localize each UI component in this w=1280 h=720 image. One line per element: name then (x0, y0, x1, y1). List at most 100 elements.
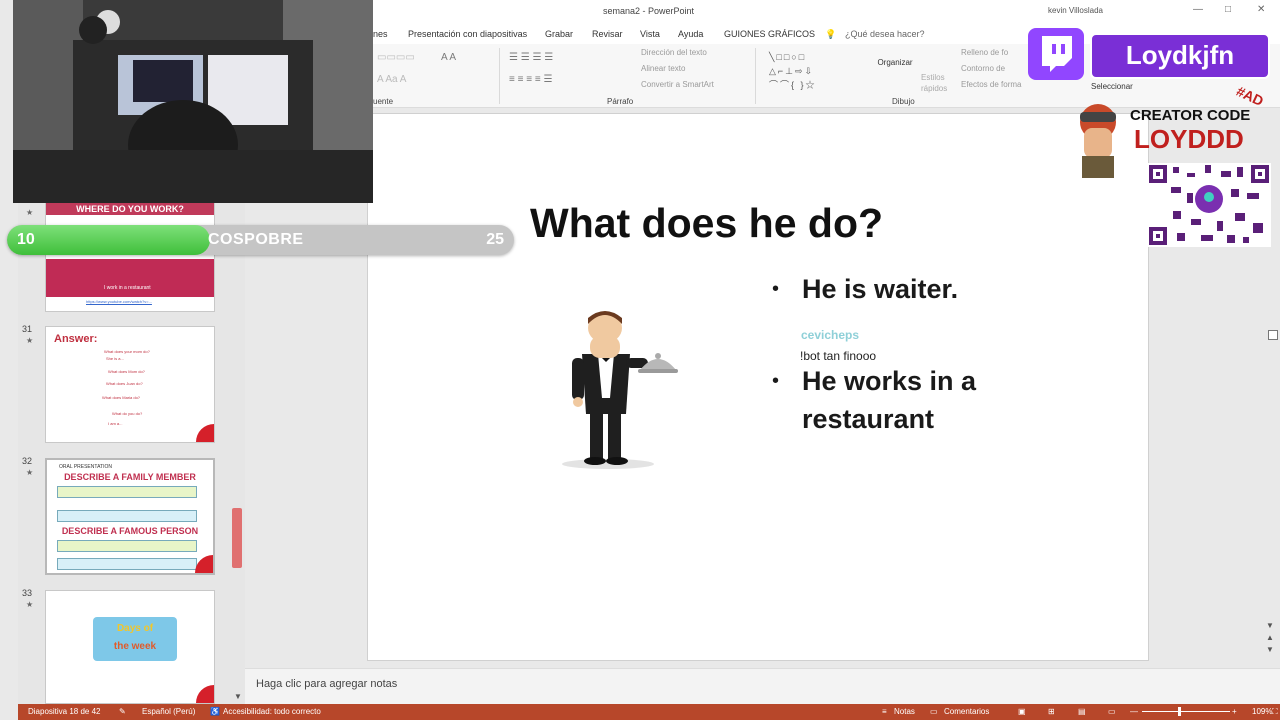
thumb-subtitle: ORAL PRESENTATION (59, 464, 112, 470)
bullet-text[interactable]: restaurant (802, 404, 934, 435)
arrange-button[interactable]: Organizar (875, 58, 915, 67)
thumb-box (57, 486, 197, 498)
slide-title[interactable]: What does he do? (530, 200, 883, 247)
waiter-illustration (562, 311, 678, 469)
badge-line: the week (113, 641, 157, 652)
webcam-scene (13, 0, 373, 203)
zoom-slider-track[interactable] (1142, 711, 1230, 712)
select-button[interactable]: Seleccionar (1091, 82, 1133, 91)
align-icon[interactable]: ≡ ≡ ≡ ≡ ☰ (509, 74, 552, 85)
shape-outline-button[interactable]: Contorno de (961, 64, 1005, 73)
webcam-overlay (13, 0, 373, 203)
normal-view-icon[interactable]: ▣ (1018, 707, 1026, 716)
creator-code-box: CREATOR CODE LOYDDD (1122, 102, 1270, 162)
thumbnail-slide-32[interactable]: ORAL PRESENTATION DESCRIBE A FAMILY MEMB… (45, 458, 215, 575)
zoom-slider-thumb[interactable] (1178, 707, 1181, 716)
shapes-gallery[interactable]: ╲□□○□ △⌐⊥⇨⇩ ⌒⌒{ }☆ (769, 50, 859, 90)
tab-view[interactable]: Vista (640, 29, 660, 39)
tab-record[interactable]: Grabar (545, 29, 573, 39)
thumbnail-slide-31[interactable]: Answer: What does your mom do? She is a.… (45, 326, 215, 443)
corner-decoration (195, 555, 213, 573)
badge-line: Days of (116, 623, 154, 634)
slide-number: 31 (22, 324, 33, 334)
star-icon: ★ (26, 468, 34, 477)
twitch-logo-icon (1042, 36, 1072, 72)
sorter-view-icon[interactable]: ⊞ (1048, 707, 1055, 716)
chat-username: cevicheps (801, 328, 860, 342)
thumb-heading: DESCRIBE A FAMILY MEMBER (64, 472, 196, 482)
list-icon[interactable]: ☰ ☰ ☰ ☰ (509, 52, 553, 63)
comments-button[interactable]: Comentarios (944, 707, 989, 716)
tell-me-search[interactable]: ¿Qué desea hacer? (845, 29, 925, 39)
avatar (1080, 104, 1116, 178)
minimize-button[interactable]: — (1193, 4, 1203, 15)
scroll-marker[interactable] (1268, 330, 1278, 340)
shape-effects-button[interactable]: Efectos de forma (961, 80, 1021, 89)
paragraph-group-label: Párrafo (607, 97, 634, 106)
notes-placeholder[interactable]: Haga clic para agregar notas (256, 678, 397, 690)
thumb-heading: DESCRIBE A FAMOUS PERSON (61, 526, 199, 536)
chat-message: !bot tan finooo (800, 349, 877, 363)
current-slide[interactable] (367, 113, 1149, 661)
goal-target: 25 (486, 231, 504, 248)
notes-pane[interactable]: Haga clic para agregar notas (245, 668, 1280, 704)
thumbnail-slide-33[interactable]: Days of the week (45, 590, 215, 704)
user-name[interactable]: kevin Villoslada (1048, 6, 1103, 15)
goal-current: 10 (17, 231, 35, 248)
bullet-icon: • (772, 370, 780, 392)
fit-to-window-icon[interactable]: ⛶ (1272, 707, 1278, 717)
font-color-icon[interactable]: A Aa A (377, 74, 406, 85)
slide-thumbnails-panel: ★ WHERE DO YOU WORK? I work in a restaur… (18, 200, 245, 704)
reading-view-icon[interactable]: ▤ (1078, 707, 1086, 716)
align-text-button[interactable]: Alinear texto (641, 64, 685, 73)
smartart-button[interactable]: Convertir a SmartArt (641, 80, 714, 89)
slideshow-view-icon[interactable]: ▭ (1108, 707, 1116, 716)
tab-review[interactable]: Revisar (592, 29, 623, 39)
zoom-level[interactable]: 109% (1252, 707, 1272, 716)
corner-decoration (196, 424, 214, 442)
thumb-caption: I work in a restaurant (104, 285, 151, 291)
notes-button[interactable]: Notas (894, 707, 915, 716)
thumb-line: She is a... (106, 356, 124, 361)
font-box[interactable]: ▭▭▭▭ (377, 52, 415, 63)
tab-home[interactable]: nes (373, 29, 388, 39)
spellcheck-icon[interactable]: ✎ (119, 707, 126, 716)
corner-decoration (196, 685, 214, 703)
comments-icon: ▭ (930, 707, 938, 716)
font-grow-icon[interactable]: A A (441, 52, 456, 63)
language-indicator[interactable]: Español (Perú) (142, 707, 195, 716)
goal-progress-fill (7, 225, 210, 255)
thumb-box (57, 510, 197, 522)
slide-number: 32 (22, 456, 33, 466)
quick-styles-button[interactable]: Estilos rápidos (921, 72, 955, 94)
bullet-text[interactable]: He is waiter. (802, 274, 958, 305)
maximize-button[interactable]: □ (1225, 4, 1231, 15)
close-button[interactable]: ✕ (1257, 4, 1265, 15)
vertical-scroll-arrows[interactable]: ▼ ▲ ▼ (1266, 620, 1274, 656)
divider (499, 48, 500, 104)
shape-fill-button[interactable]: Relleno de fo (961, 48, 1008, 57)
zoom-in-icon[interactable]: + (1232, 707, 1237, 716)
thumbnail-slide-30[interactable]: WHERE DO YOU WORK? I work in a restauran… (45, 202, 215, 312)
restaurant-image (46, 259, 214, 297)
bullet-text[interactable]: He works in a (802, 366, 976, 397)
scroll-down-icon[interactable]: ▼ (234, 692, 242, 701)
accessibility-status[interactable]: Accesibilidad: todo correcto (223, 707, 321, 716)
text-direction-button[interactable]: Dirección del texto (641, 48, 707, 57)
creator-label: CREATOR CODE (1130, 107, 1251, 124)
tab-help[interactable]: Ayuda (678, 29, 703, 39)
star-icon: ★ (26, 336, 34, 345)
thumb-line: What does Mom do? (108, 369, 145, 374)
tab-storyboard[interactable]: GUIONES GRÁFICOS (724, 29, 815, 39)
star-icon: ★ (26, 208, 34, 217)
font-group-label: uente (373, 97, 394, 106)
thumb-line: What does Maria do? (102, 395, 141, 400)
tab-slideshow[interactable]: Presentación con diapositivas (408, 29, 527, 39)
thumbnails-scrollbar[interactable] (232, 508, 242, 568)
thumb-box (57, 540, 197, 552)
twitch-username: Loydkjfn (1090, 33, 1270, 79)
goal-label: COSPOBRE (208, 231, 304, 248)
twitch-icon (1028, 28, 1084, 80)
zoom-out-icon[interactable]: — (1130, 707, 1138, 716)
stream-goal-bar: 10 COSPOBRE 25 (7, 225, 514, 255)
